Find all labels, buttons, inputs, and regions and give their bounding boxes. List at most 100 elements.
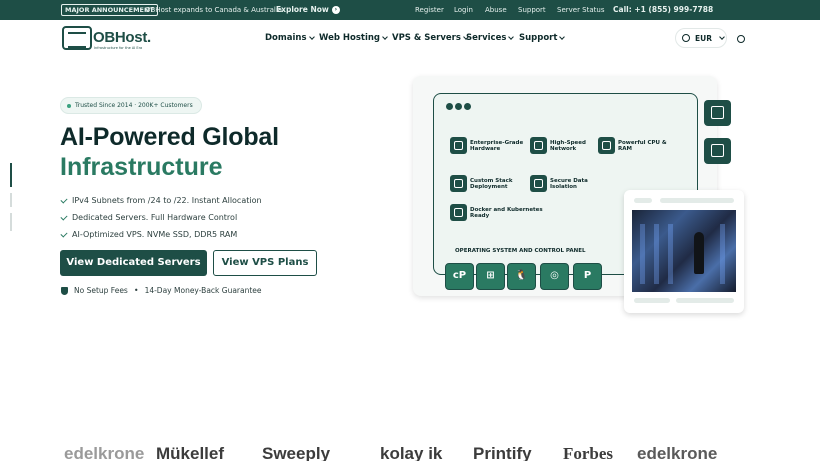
placeholder-bar bbox=[660, 198, 734, 203]
hero-title-line2: Infrastructure bbox=[60, 153, 223, 181]
brand-logo-kolayik: kolay ik bbox=[380, 444, 443, 461]
announcement-text: OBHost expands to Canada & Australia bbox=[145, 6, 283, 14]
chevron-down-icon bbox=[382, 33, 388, 40]
theme-toggle-sun-icon[interactable] bbox=[733, 31, 747, 45]
feature-card-label: Enterprise-Grade Hardware bbox=[470, 139, 524, 152]
nav-services-label: Services bbox=[466, 33, 507, 43]
network-icon bbox=[530, 137, 547, 154]
currency-selector[interactable]: EUR bbox=[675, 28, 727, 48]
feature-card: High-Speed Network bbox=[530, 137, 600, 154]
datacenter-photo bbox=[632, 210, 736, 292]
money-back-text: 14-Day Money-Back Guarantee bbox=[144, 286, 262, 295]
placeholder-bar bbox=[634, 198, 652, 203]
guarantee-line: No Setup Fees • 14-Day Money-Back Guaran… bbox=[61, 286, 262, 295]
feature-card-label: Custom Stack Deployment bbox=[470, 177, 513, 190]
currency-value: EUR bbox=[695, 33, 712, 43]
site-logo[interactable]: OBHost. Infrastructure for the AI Era bbox=[62, 26, 152, 52]
window-dot-icon bbox=[446, 103, 453, 110]
os-section-title: OPERATING SYSTEM AND CONTROL PANEL bbox=[455, 248, 586, 254]
logo-wordmark: OBHost. bbox=[93, 29, 151, 46]
view-vps-plans-button[interactable]: View VPS Plans bbox=[213, 250, 317, 276]
announcement-bar: MAJOR ANNOUNCEMENT OBHost expands to Can… bbox=[0, 0, 820, 20]
no-setup-fees-text: No Setup Fees bbox=[74, 286, 128, 295]
feature-card-label: Powerful CPU & RAM bbox=[618, 139, 667, 152]
nav-support[interactable]: Support bbox=[519, 33, 566, 43]
linux-icon: 🐧 bbox=[507, 263, 536, 290]
logo-mark-icon bbox=[62, 26, 92, 50]
slide-indicator[interactable] bbox=[10, 193, 12, 207]
feature-card: Docker and Kubernetes Ready bbox=[450, 204, 560, 221]
nav-web-hosting-label: Web Hosting bbox=[319, 33, 381, 43]
announcement-badge: MAJOR ANNOUNCEMENT bbox=[61, 4, 158, 16]
brand-logo-printify: Printify bbox=[473, 444, 532, 461]
feature-card: Powerful CPU & RAM bbox=[598, 137, 668, 154]
server-status-link[interactable]: Server Status bbox=[557, 6, 605, 14]
plesk-icon: P bbox=[573, 263, 602, 290]
docker-icon bbox=[450, 204, 467, 221]
separator-dot: • bbox=[133, 286, 139, 295]
rack-shape bbox=[654, 224, 659, 284]
feature-card: Enterprise-Grade Hardware bbox=[450, 137, 530, 154]
globe-icon bbox=[682, 34, 690, 42]
slide-indicator[interactable] bbox=[10, 213, 12, 231]
nav-vps-servers-label: VPS & Servers bbox=[392, 33, 461, 43]
chevron-down-icon bbox=[308, 33, 315, 40]
hardware-icon bbox=[450, 137, 467, 154]
window-dot-icon bbox=[455, 103, 462, 110]
rack-shape bbox=[668, 224, 673, 284]
nav-vps-servers[interactable]: VPS & Servers bbox=[392, 33, 469, 43]
windows-icon: ⊞ bbox=[476, 263, 505, 290]
chevron-down-icon bbox=[559, 33, 566, 40]
explore-now-link[interactable]: Explore Now › bbox=[276, 5, 340, 14]
placeholder-bar bbox=[676, 298, 734, 303]
login-link[interactable]: Login bbox=[454, 6, 473, 14]
brand-logo-mukellef: Mükellef bbox=[156, 444, 225, 461]
cpu-icon bbox=[598, 137, 615, 154]
brand-logo-edelkrone: edelkrone bbox=[64, 444, 145, 461]
feature-card-label: Secure Data Isolation bbox=[550, 177, 588, 190]
support-link[interactable]: Support bbox=[518, 6, 546, 14]
feature-card-label: High-Speed Network bbox=[550, 139, 586, 152]
ubuntu-icon: ◎ bbox=[540, 263, 569, 290]
brand-logo-forbes: Forbes bbox=[563, 444, 614, 461]
arrow-right-icon: › bbox=[331, 5, 340, 14]
cpanel-icon: cP bbox=[445, 263, 474, 290]
check-icon bbox=[60, 212, 68, 221]
feature-card: Custom Stack Deployment bbox=[450, 175, 530, 192]
rack-shape bbox=[720, 224, 725, 284]
rack-shape bbox=[640, 224, 645, 284]
feature-text: Dedicated Servers. Full Hardware Control bbox=[72, 213, 238, 222]
register-link[interactable]: Register bbox=[415, 6, 444, 14]
shield-icon bbox=[61, 286, 68, 295]
shield-icon bbox=[530, 175, 547, 192]
placeholder-bar bbox=[634, 298, 670, 303]
window-dot-icon bbox=[464, 103, 471, 110]
person-silhouette bbox=[694, 232, 704, 274]
logo-tagline: Infrastructure for the AI Era bbox=[94, 46, 143, 50]
brand-logo-sweeply: Sweeply bbox=[262, 444, 331, 461]
feature-item: IPv4 Subnets from /24 to /22. Instant Al… bbox=[60, 195, 262, 205]
view-dedicated-servers-button[interactable]: View Dedicated Servers bbox=[60, 250, 207, 276]
hero-title-line1: AI-Powered Global bbox=[60, 123, 279, 151]
feature-item: Dedicated Servers. Full Hardware Control bbox=[60, 212, 238, 222]
phone-link[interactable]: Call: +1 (855) 999-7788 bbox=[613, 5, 713, 14]
chip-icon bbox=[704, 100, 731, 126]
explore-now-label: Explore Now bbox=[276, 5, 329, 14]
feature-text: AI-Optimized VPS. NVMe SSD, DDR5 RAM bbox=[72, 230, 238, 239]
nav-domains-label: Domains bbox=[265, 33, 307, 43]
chevron-down-icon bbox=[719, 33, 725, 40]
feature-card-label: Docker and Kubernetes Ready bbox=[470, 206, 543, 219]
check-icon bbox=[60, 195, 68, 204]
slide-indicator-active[interactable] bbox=[10, 163, 12, 187]
feature-item: AI-Optimized VPS. NVMe SSD, DDR5 RAM bbox=[60, 229, 238, 239]
brand-logo-edelkrone: edelkrone bbox=[637, 444, 718, 461]
nav-domains[interactable]: Domains bbox=[265, 33, 315, 43]
nav-services[interactable]: Services bbox=[466, 33, 515, 43]
status-dot-icon bbox=[67, 103, 71, 108]
network-tree-icon bbox=[704, 138, 731, 164]
abuse-link[interactable]: Abuse bbox=[485, 6, 507, 14]
nav-web-hosting[interactable]: Web Hosting bbox=[319, 33, 388, 43]
stack-icon bbox=[450, 175, 467, 192]
check-icon bbox=[60, 229, 68, 238]
nav-support-label: Support bbox=[519, 33, 558, 43]
